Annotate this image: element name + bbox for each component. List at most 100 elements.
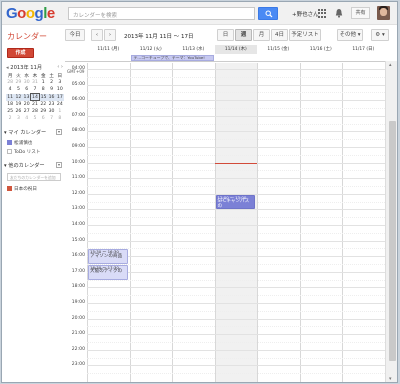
mini-day-cell[interactable]: 18 — [6, 101, 14, 108]
time-grid[interactable]: 04:00 05:00 06:00 07:00 08:00 09:00 10:00 11:00… — [65, 63, 385, 382]
hour-label: 07:00 — [71, 112, 85, 118]
mini-day-cell[interactable]: 29 — [14, 79, 22, 86]
all-day-event[interactable]: テ...コーチューブで、テーマ：YouTube! — [130, 55, 214, 61]
mini-day-cell[interactable]: 2 — [47, 79, 55, 86]
day-header[interactable]: 11/13 (水) — [172, 45, 215, 54]
half-hour-line — [87, 108, 385, 109]
all-day-row[interactable]: GMT+09 テ...コーチューブで、テーマ：YouTube! — [65, 54, 397, 74]
day-header[interactable]: 11/16 (土) — [300, 45, 343, 54]
google-logo[interactable]: Google — [6, 5, 55, 22]
day-header[interactable]: 11/17 (日) — [342, 45, 385, 54]
mini-day-cell[interactable]: 3 — [56, 79, 64, 86]
scroll-down-icon[interactable]: ▾ — [389, 376, 392, 382]
mini-day-cell[interactable]: 16 — [47, 93, 56, 101]
mini-day-cell[interactable]: 26 — [14, 108, 22, 115]
user-name-link[interactable]: +野也さん — [292, 10, 319, 18]
mini-weekday-label: 木 — [32, 73, 38, 79]
mini-day-cell[interactable]: 9 — [47, 86, 55, 93]
mini-day-cell[interactable]: 4 — [6, 86, 14, 93]
scrollbar-thumb[interactable] — [389, 121, 396, 361]
mini-day-cell[interactable]: 2 — [6, 115, 14, 122]
calendar-event[interactable]: 15:30 〜 16:30 アマゾンの商品 — [88, 249, 128, 264]
mini-day-cell[interactable]: 10 — [56, 86, 64, 93]
notification-bell-icon[interactable] — [335, 8, 343, 18]
mini-weekday-label: 日 — [57, 73, 63, 79]
day-header[interactable]: 11/14 (木) — [214, 45, 257, 54]
mini-day-cell[interactable]: 24 — [56, 101, 64, 108]
mini-day-cell[interactable]: 12 — [14, 93, 23, 101]
add-friend-calendar-input[interactable]: 友だちのカレンダーを追加 — [7, 173, 61, 181]
mini-day-cell[interactable]: 22 — [39, 101, 47, 108]
mini-day-cell[interactable]: 30 — [23, 79, 31, 86]
mini-day-cell[interactable]: 17 — [55, 93, 64, 101]
day-header[interactable]: 11/11 (月) — [87, 45, 130, 54]
other-calendar-item[interactable]: 日本の祝日 — [7, 186, 63, 192]
mini-day-cell[interactable]: 11 — [6, 93, 15, 101]
search-button[interactable] — [258, 7, 278, 20]
search-input[interactable]: カレンダーを検索 — [68, 7, 255, 20]
other-calendars-menu-icon[interactable]: ▾ — [56, 162, 62, 168]
half-hour-line — [87, 373, 385, 375]
half-hour-line — [87, 170, 385, 172]
view-day-button[interactable]: 日 — [217, 29, 234, 41]
mini-day-cell[interactable]: 23 — [47, 101, 55, 108]
my-calendars-header[interactable]: ▾ マイ カレンダー ▾ — [4, 129, 64, 136]
mini-day-cell[interactable]: 1 — [56, 108, 64, 115]
my-calendars-menu-icon[interactable]: ▾ — [56, 129, 62, 135]
vertical-scrollbar[interactable]: ▴ ▾ — [385, 61, 397, 382]
day-header[interactable]: 11/12 (火) — [130, 45, 173, 54]
mini-day-cell[interactable]: 21 — [31, 101, 39, 108]
mini-day-cell[interactable]: 28 — [31, 108, 39, 115]
mini-day-cell[interactable]: 1 — [39, 79, 47, 86]
mini-day-cell[interactable]: 4 — [23, 115, 31, 122]
mini-calendar-title[interactable]: 2013年 11月 — [10, 65, 42, 71]
day-header[interactable]: 11/15 (金) — [257, 45, 300, 54]
view-agenda-button[interactable]: 予定リスト — [289, 29, 321, 41]
next-week-button[interactable]: › — [104, 29, 116, 41]
prev-week-button[interactable]: ‹ — [91, 29, 103, 41]
hour-label: 08:00 — [71, 128, 85, 134]
scroll-up-icon[interactable]: ▴ — [389, 62, 392, 68]
mini-day-cell[interactable]: 6 — [39, 115, 47, 122]
settings-gear-button[interactable]: ⚙ ▾ — [371, 29, 389, 41]
apps-grid-icon[interactable] — [318, 9, 327, 18]
mini-day-cell[interactable]: 5 — [31, 115, 39, 122]
avatar[interactable] — [377, 6, 390, 20]
half-hour-line — [87, 248, 385, 250]
hour-label: 06:00 — [71, 97, 85, 103]
mini-day-cell[interactable]: 14 — [30, 93, 40, 102]
mini-day-cell[interactable]: 31 — [31, 79, 39, 86]
view-month-button[interactable]: 月 — [253, 29, 270, 41]
mini-day-cell[interactable]: 29 — [39, 108, 47, 115]
share-button[interactable]: 共有 — [351, 7, 370, 19]
mini-day-cell[interactable]: 7 — [31, 86, 39, 93]
half-hour-line — [87, 92, 385, 94]
other-calendars-header[interactable]: ▾ 他のカレンダー ▾ — [4, 162, 64, 169]
mini-day-cell[interactable]: 13 — [22, 93, 31, 101]
create-event-button[interactable]: 作成 — [7, 48, 34, 58]
mini-day-cell[interactable]: 3 — [14, 115, 22, 122]
calendar-event[interactable]: 16:30 〜 17:30 大阪のテイクの — [88, 265, 128, 280]
more-dropdown-button[interactable]: その他 ▾ — [337, 29, 363, 41]
view-week-button[interactable]: 週 — [235, 29, 252, 41]
mini-day-cell[interactable]: 15 — [39, 93, 48, 101]
mini-day-cell[interactable]: 5 — [14, 86, 22, 93]
mini-next-icon[interactable]: ‹ › — [57, 64, 63, 70]
calendar-event[interactable]: 12:00 〜 13:00 SFCキャンパスの — [215, 194, 255, 210]
mini-day-cell[interactable]: 25 — [6, 108, 14, 115]
mini-day-cell[interactable]: 6 — [23, 86, 31, 93]
mini-day-cell[interactable]: 20 — [23, 101, 31, 108]
mini-day-cell[interactable]: 30 — [47, 108, 55, 115]
today-button[interactable]: 今日 — [65, 29, 85, 41]
my-calendar-item[interactable]: ToDo リスト — [7, 149, 63, 155]
hour-line — [87, 349, 385, 351]
mini-day-cell[interactable]: 8 — [39, 86, 47, 93]
view-4day-button[interactable]: 4日 — [271, 29, 288, 41]
mini-day-cell[interactable]: 19 — [14, 101, 22, 108]
mini-day-cell[interactable]: 27 — [23, 108, 31, 115]
my-calendar-item[interactable]: 松浦慎也 — [7, 140, 63, 146]
mini-day-cell[interactable]: 7 — [47, 115, 55, 122]
mini-day-cell[interactable]: 28 — [6, 79, 14, 86]
mini-prev-icon[interactable]: ◂ — [6, 65, 9, 71]
mini-day-cell[interactable]: 8 — [56, 115, 64, 122]
